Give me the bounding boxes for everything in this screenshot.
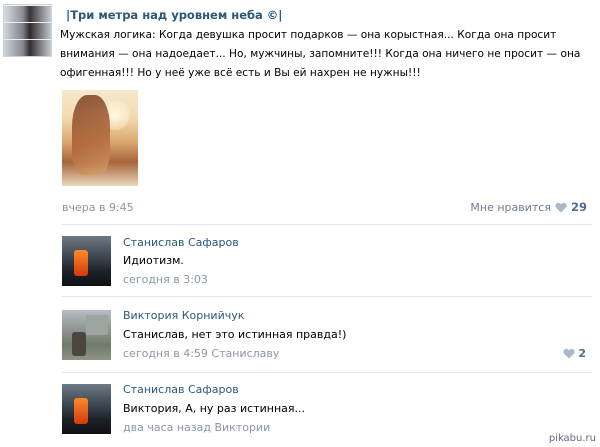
comment-date[interactable]: два часа назад Виктории — [123, 421, 270, 434]
comment-text: Виктория, А, ну раз истинная... — [123, 402, 305, 415]
comment-avatar[interactable] — [62, 384, 111, 434]
post-text: Мужская логика: Когда девушка просит под… — [60, 29, 581, 79]
photo-figure — [72, 95, 110, 175]
comment-text: Станислав, нет это истинная правда!) — [123, 328, 347, 341]
divider — [62, 296, 592, 297]
heart-icon — [555, 202, 567, 212]
comment-text: Идиотизм. — [123, 254, 184, 267]
comment: Виктория Корнийчук Станислав, нет это ис… — [0, 306, 600, 376]
comment-author-link[interactable]: Виктория Корнийчук — [123, 309, 244, 322]
like-button[interactable]: Мне нравится 29 — [470, 200, 587, 214]
pikabu-watermark: pikabu.ru — [548, 433, 596, 444]
divider — [62, 372, 592, 373]
comment-like-count: 2 — [578, 347, 586, 360]
like-count: 29 — [570, 200, 587, 214]
comment-date[interactable]: сегодня в 4:59 Станиславу — [123, 347, 279, 360]
author-avatar[interactable] — [3, 4, 52, 57]
comment-author-link[interactable]: Станислав Сафаров — [123, 383, 239, 396]
comment-date[interactable]: сегодня в 3:03 — [123, 273, 208, 286]
divider — [62, 224, 592, 225]
comment-avatar[interactable] — [62, 310, 111, 360]
comment: Станислав Сафаров Виктория, А, ну раз ис… — [0, 380, 600, 447]
post-author-link[interactable]: |Три метра над уровнем неба ©| — [66, 8, 283, 22]
post-photo[interactable] — [62, 90, 138, 186]
comment-avatar[interactable] — [62, 236, 111, 286]
post-date[interactable]: вчера в 9:45 — [62, 201, 134, 214]
comment: Станислав Сафаров Идиотизм. сегодня в 3:… — [0, 232, 600, 302]
like-label: Мне нравится — [470, 200, 551, 214]
comment-like-button[interactable]: 2 — [563, 347, 586, 360]
heart-icon — [563, 348, 575, 359]
comment-author-link[interactable]: Станислав Сафаров — [123, 236, 239, 249]
